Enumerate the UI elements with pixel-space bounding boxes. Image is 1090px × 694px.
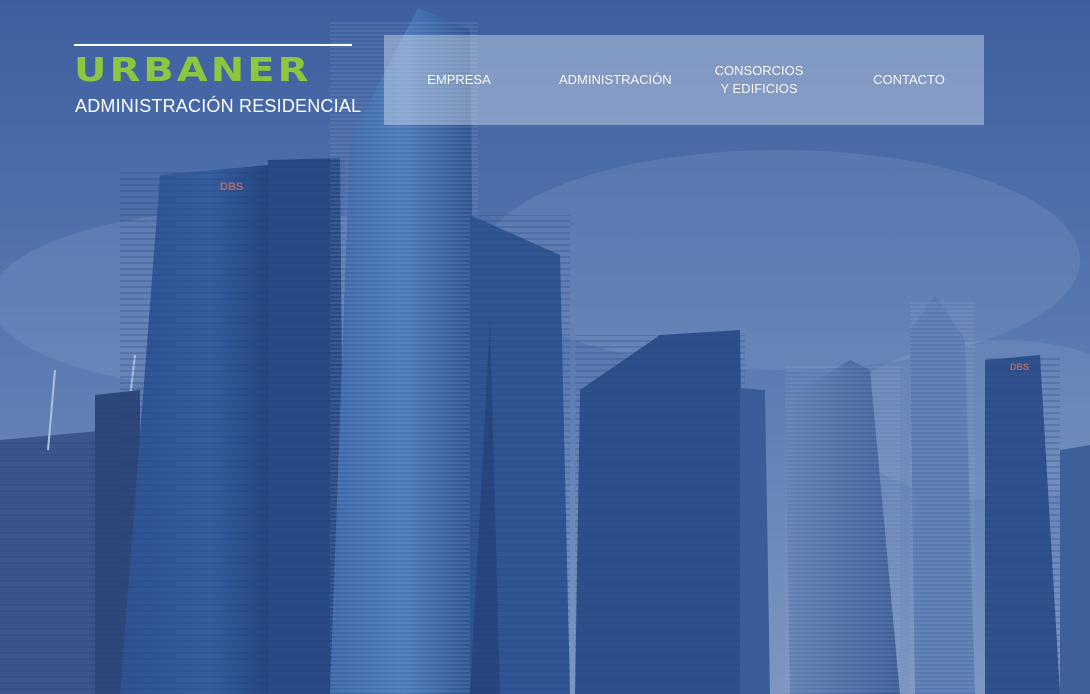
nav-item-contacto[interactable]: CONTACTO <box>834 35 984 125</box>
nav-item-label: CONTACTO <box>873 72 945 87</box>
nav-item-consorcios-y-edificios[interactable]: CONSORCIOS Y EDIFICIOS <box>684 35 834 125</box>
nav-item-label: CONSORCIOS Y EDIFICIOS <box>714 63 804 96</box>
main-nav: EMPRESA ADMINISTRACIÓN CONSORCIOS Y EDIF… <box>384 35 984 125</box>
nav-item-empresa[interactable]: EMPRESA <box>384 35 534 125</box>
brand-tagline: ADMINISTRACIÓN RESIDENCIAL <box>75 96 362 116</box>
nav-item-label: ADMINISTRACIÓN <box>559 72 672 87</box>
logo-divider-line <box>74 44 352 46</box>
nav-item-administracion[interactable]: ADMINISTRACIÓN <box>534 35 684 125</box>
nav-item-label: EMPRESA <box>427 72 491 87</box>
brand-name: URBANER <box>74 51 312 90</box>
